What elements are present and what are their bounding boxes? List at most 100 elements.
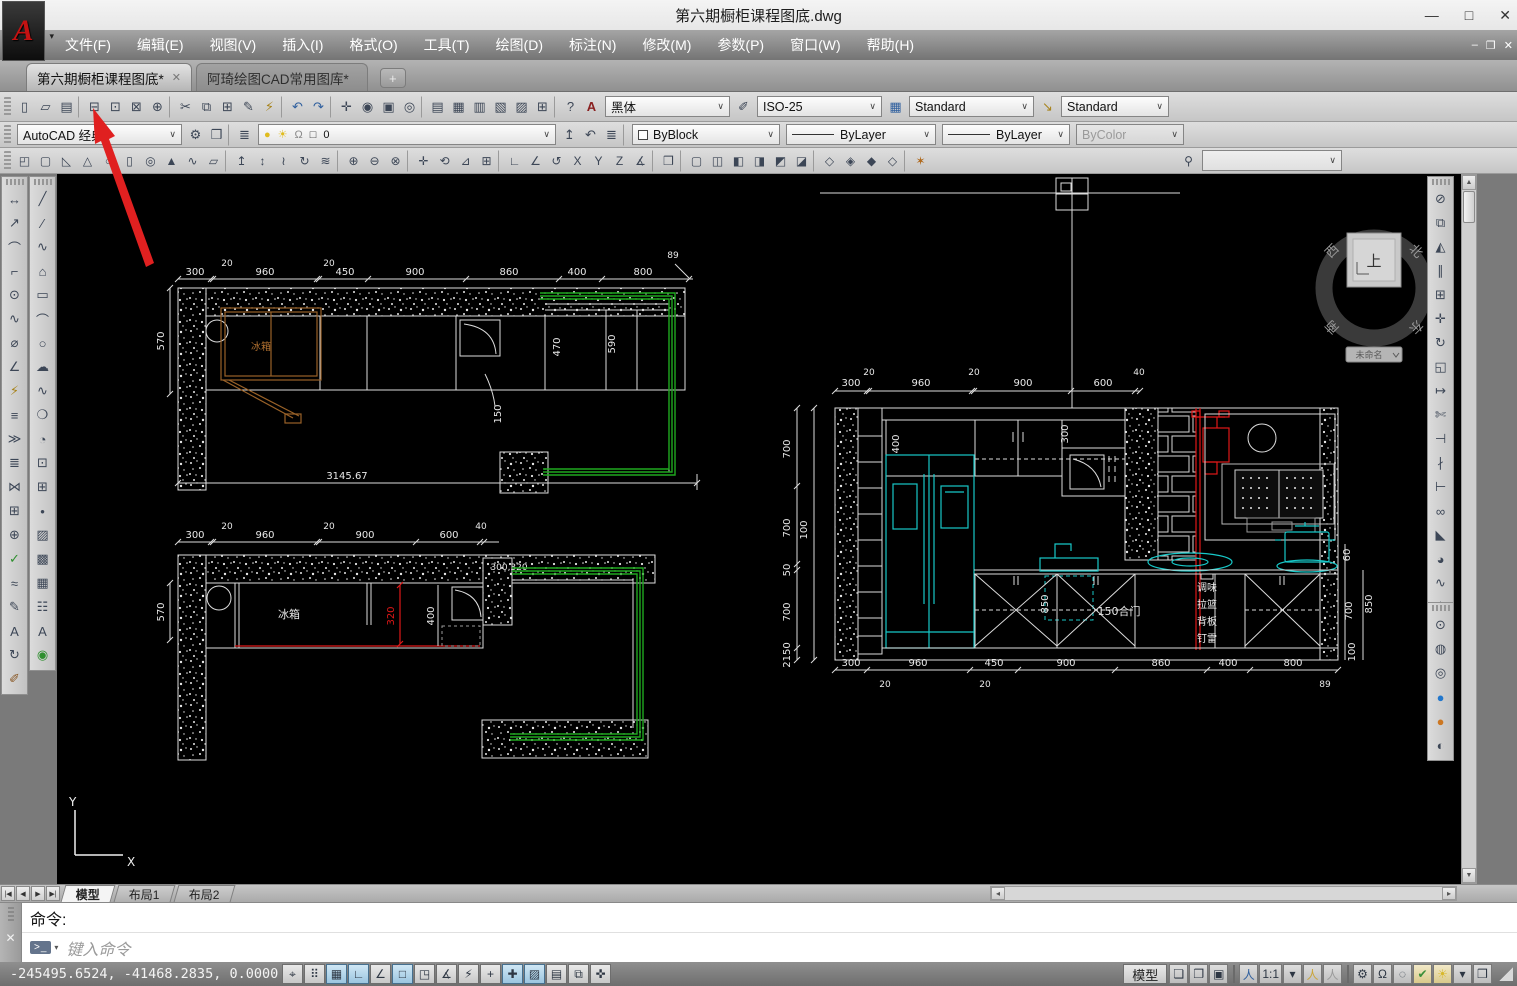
transparency-toggle[interactable]: ▨: [524, 964, 545, 984]
scale-icon[interactable]: ◱: [1430, 355, 1452, 379]
pan-icon[interactable]: ✛: [336, 96, 357, 118]
scroll-left-icon[interactable]: ◂: [991, 887, 1005, 900]
toolbar-grip[interactable]: [1432, 179, 1450, 185]
minimize-button[interactable]: —: [1425, 7, 1439, 23]
elevation-drawing[interactable]: 300 20 960 20 900 600 40 40: [782, 178, 1375, 690]
tab-last-button[interactable]: ▶|: [46, 886, 60, 901]
scroll-down-icon[interactable]: ▼: [1462, 868, 1476, 883]
make-block-icon[interactable]: ⊞: [32, 475, 54, 499]
vs-hidden-icon[interactable]: ◧: [728, 150, 749, 172]
model-space-button[interactable]: 模型: [1123, 964, 1167, 984]
ellipse-arc-icon[interactable]: ◔: [32, 427, 54, 451]
redo-icon[interactable]: ↷: [308, 96, 329, 118]
match-properties-icon[interactable]: ✎: [238, 96, 259, 118]
make-layer-current-icon[interactable]: ↥: [559, 124, 580, 146]
construction-line-icon[interactable]: ∕: [32, 211, 54, 235]
layer-combo[interactable]: ●☀Ω□0: [258, 124, 556, 145]
zoom-realtime-icon[interactable]: ◉: [357, 96, 378, 118]
circle-icon[interactable]: ○: [32, 331, 54, 355]
layout-tab[interactable]: 模型: [61, 885, 116, 902]
zoom-previous-icon[interactable]: ◎: [399, 96, 420, 118]
union-icon[interactable]: ⊕: [343, 150, 364, 172]
move-icon[interactable]: ✛: [1430, 307, 1452, 331]
dim-text-edit-icon[interactable]: A: [4, 619, 26, 643]
mleader-style-icon[interactable]: ↘: [1037, 96, 1058, 118]
render-sphere-icon[interactable]: ●: [1430, 685, 1452, 709]
render-settings-icon[interactable]: ◐: [1430, 733, 1452, 757]
rectangle-icon[interactable]: ▭: [32, 283, 54, 307]
ucs-previous-icon[interactable]: ↺: [546, 150, 567, 172]
menu-item[interactable]: 编辑(E): [124, 30, 197, 60]
blend-icon[interactable]: ∿: [1430, 571, 1452, 595]
doc-close-button[interactable]: ✕: [1504, 39, 1513, 52]
dyn-toggle[interactable]: +: [480, 964, 501, 984]
pyramid-icon[interactable]: ▲: [161, 150, 182, 172]
color-combo[interactable]: ByBlock: [632, 124, 780, 145]
cleanscreen-button[interactable]: ❒: [1473, 964, 1492, 984]
toolbar-lock-button[interactable]: Ω: [1373, 964, 1392, 984]
dim-arc-length-icon[interactable]: ⌒: [4, 235, 26, 259]
toolbar-grip[interactable]: [4, 151, 11, 171]
menu-item[interactable]: 视图(V): [197, 30, 270, 60]
extend-icon[interactable]: ⊣: [1430, 427, 1452, 451]
torus-icon[interactable]: ◎: [140, 150, 161, 172]
ellipse-icon[interactable]: ❍: [32, 403, 54, 427]
tab-close-icon[interactable]: ✕: [172, 71, 181, 84]
mleader-style-combo[interactable]: Standard: [1061, 96, 1169, 117]
polygon-icon[interactable]: ⌂: [32, 259, 54, 283]
viewcube-named-view-button[interactable]: 未命名: [1355, 349, 1382, 361]
view-se-icon[interactable]: ◈: [840, 150, 861, 172]
ucs-icon[interactable]: ∟: [504, 150, 525, 172]
quick-properties-toggle[interactable]: ▤: [546, 964, 567, 984]
tool-palettes-icon[interactable]: ▥: [469, 96, 490, 118]
ducs-toggle[interactable]: ⚡: [458, 964, 479, 984]
3d-array-icon[interactable]: ⊞: [476, 150, 497, 172]
status-caret[interactable]: ▾: [1453, 964, 1472, 984]
dim-edit-icon[interactable]: ✎: [4, 595, 26, 619]
horizontal-scrollbar[interactable]: ◂ ▸: [990, 886, 1457, 901]
insert-block-icon[interactable]: ⊡: [32, 451, 54, 475]
scroll-right-icon[interactable]: ▸: [1442, 887, 1456, 900]
vs-shaded-icon[interactable]: ◪: [791, 150, 812, 172]
add-selected-icon[interactable]: ◉: [32, 643, 54, 667]
vs-conceptual-icon[interactable]: ◩: [770, 150, 791, 172]
command-panel-handle[interactable]: ✕: [0, 903, 22, 962]
doc-restore-button[interactable]: ❐: [1486, 39, 1496, 52]
polar-toggle[interactable]: ∠: [370, 964, 391, 984]
plan-drawing-bottom[interactable]: 300 20 960 20 900 600 40 300,320 570 冰: [156, 522, 655, 760]
3d-align-icon[interactable]: ⊿: [455, 150, 476, 172]
undo-icon[interactable]: ↶: [287, 96, 308, 118]
fillet-icon[interactable]: ◕: [1430, 547, 1452, 571]
annotation-scale-value[interactable]: 1:1: [1259, 964, 1282, 984]
dim-diameter-icon[interactable]: ⌀: [4, 331, 26, 355]
text-style-combo[interactable]: 黑体: [605, 96, 730, 117]
quickcalc-icon[interactable]: ⊞: [532, 96, 553, 118]
otrack-toggle[interactable]: ∡: [436, 964, 457, 984]
arc-icon[interactable]: ⌒: [32, 307, 54, 331]
workspace-switch-button[interactable]: ⚙: [1353, 964, 1372, 984]
array-icon[interactable]: ⊞: [1430, 283, 1452, 307]
subtract-icon[interactable]: ⊖: [364, 150, 385, 172]
qsave-icon[interactable]: ▤: [56, 96, 77, 118]
mirror-icon[interactable]: ◭: [1430, 235, 1452, 259]
loft-icon[interactable]: ≋: [315, 150, 336, 172]
region-icon[interactable]: ▦: [32, 571, 54, 595]
command-prompt-caret-icon[interactable]: ▾: [54, 943, 58, 952]
jogged-linear-icon[interactable]: ≈: [4, 571, 26, 595]
line-icon[interactable]: ╱: [32, 187, 54, 211]
presspull-icon[interactable]: ↕: [252, 150, 273, 172]
layout-button[interactable]: ❏: [1169, 964, 1188, 984]
offset-icon[interactable]: ∥: [1430, 259, 1452, 283]
grid-dots-toggle[interactable]: ⠿: [304, 964, 325, 984]
viewcube[interactable]: 西 北 南 东 上 未命名: [1322, 233, 1425, 362]
tolerance-icon[interactable]: ⊞: [4, 499, 26, 523]
vs-realistic-icon[interactable]: ◨: [749, 150, 770, 172]
etransmit-icon[interactable]: ⊕: [147, 96, 168, 118]
command-close-icon[interactable]: ✕: [5, 931, 15, 945]
tab-next-button[interactable]: ▶: [31, 886, 45, 901]
visual-styles-icon[interactable]: ◎: [1430, 661, 1452, 685]
layout-tab[interactable]: 布局2: [173, 885, 235, 902]
dim-style-combo[interactable]: ISO-25: [757, 96, 882, 117]
extrude-icon[interactable]: ↥: [231, 150, 252, 172]
toolbar-grip[interactable]: [34, 179, 52, 185]
